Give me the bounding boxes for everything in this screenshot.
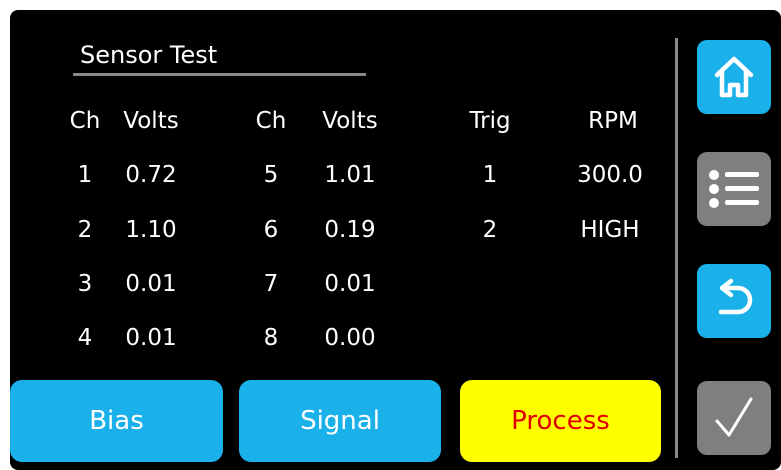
channel-number: 7 — [263, 271, 279, 297]
confirm-button[interactable] — [697, 381, 771, 455]
channel-volts: 1.01 — [324, 162, 376, 188]
channel-volts: 1.10 — [125, 217, 177, 243]
channel-number: 6 — [263, 217, 279, 243]
channel-number: 1 — [77, 162, 93, 188]
header-volts-2: Volts — [322, 108, 378, 134]
trigger-rpm: HIGH — [580, 217, 640, 243]
header-trig: Trig — [469, 108, 511, 134]
checkmark-icon — [707, 391, 761, 445]
menu-button[interactable] — [697, 152, 771, 226]
channel-number: 3 — [77, 271, 93, 297]
header-ch-2: Ch — [255, 108, 287, 134]
channel-volts: 0.00 — [324, 325, 376, 351]
process-button[interactable]: Process — [460, 380, 661, 462]
trigger-rpm: 300.0 — [577, 162, 643, 188]
title-underline — [73, 73, 366, 76]
list-icon — [705, 162, 763, 216]
channel-volts: 0.01 — [324, 271, 376, 297]
channel-number: 2 — [77, 217, 93, 243]
page-title: Sensor Test — [80, 41, 218, 69]
channel-number: 4 — [77, 325, 93, 351]
signal-button[interactable]: Signal — [239, 380, 441, 462]
trigger-number: 1 — [482, 162, 498, 188]
sidebar-divider — [675, 38, 678, 458]
channel-volts: 0.72 — [125, 162, 177, 188]
trigger-number: 2 — [482, 217, 498, 243]
home-icon — [707, 50, 761, 104]
header-ch-1: Ch — [69, 108, 101, 134]
channel-number: 8 — [263, 325, 279, 351]
header-rpm: RPM — [588, 108, 638, 134]
home-button[interactable] — [697, 40, 771, 114]
bias-button[interactable]: Bias — [10, 380, 223, 462]
sensor-test-screen: Sensor Test Ch Volts Ch Volts Trig RPM 1… — [10, 10, 781, 470]
back-button[interactable] — [697, 264, 771, 338]
header-volts-1: Volts — [123, 108, 179, 134]
channel-volts: 0.01 — [125, 271, 177, 297]
back-arrow-icon — [707, 274, 761, 328]
channel-volts: 0.19 — [324, 217, 376, 243]
channel-volts: 0.01 — [125, 325, 177, 351]
channel-number: 5 — [263, 162, 279, 188]
